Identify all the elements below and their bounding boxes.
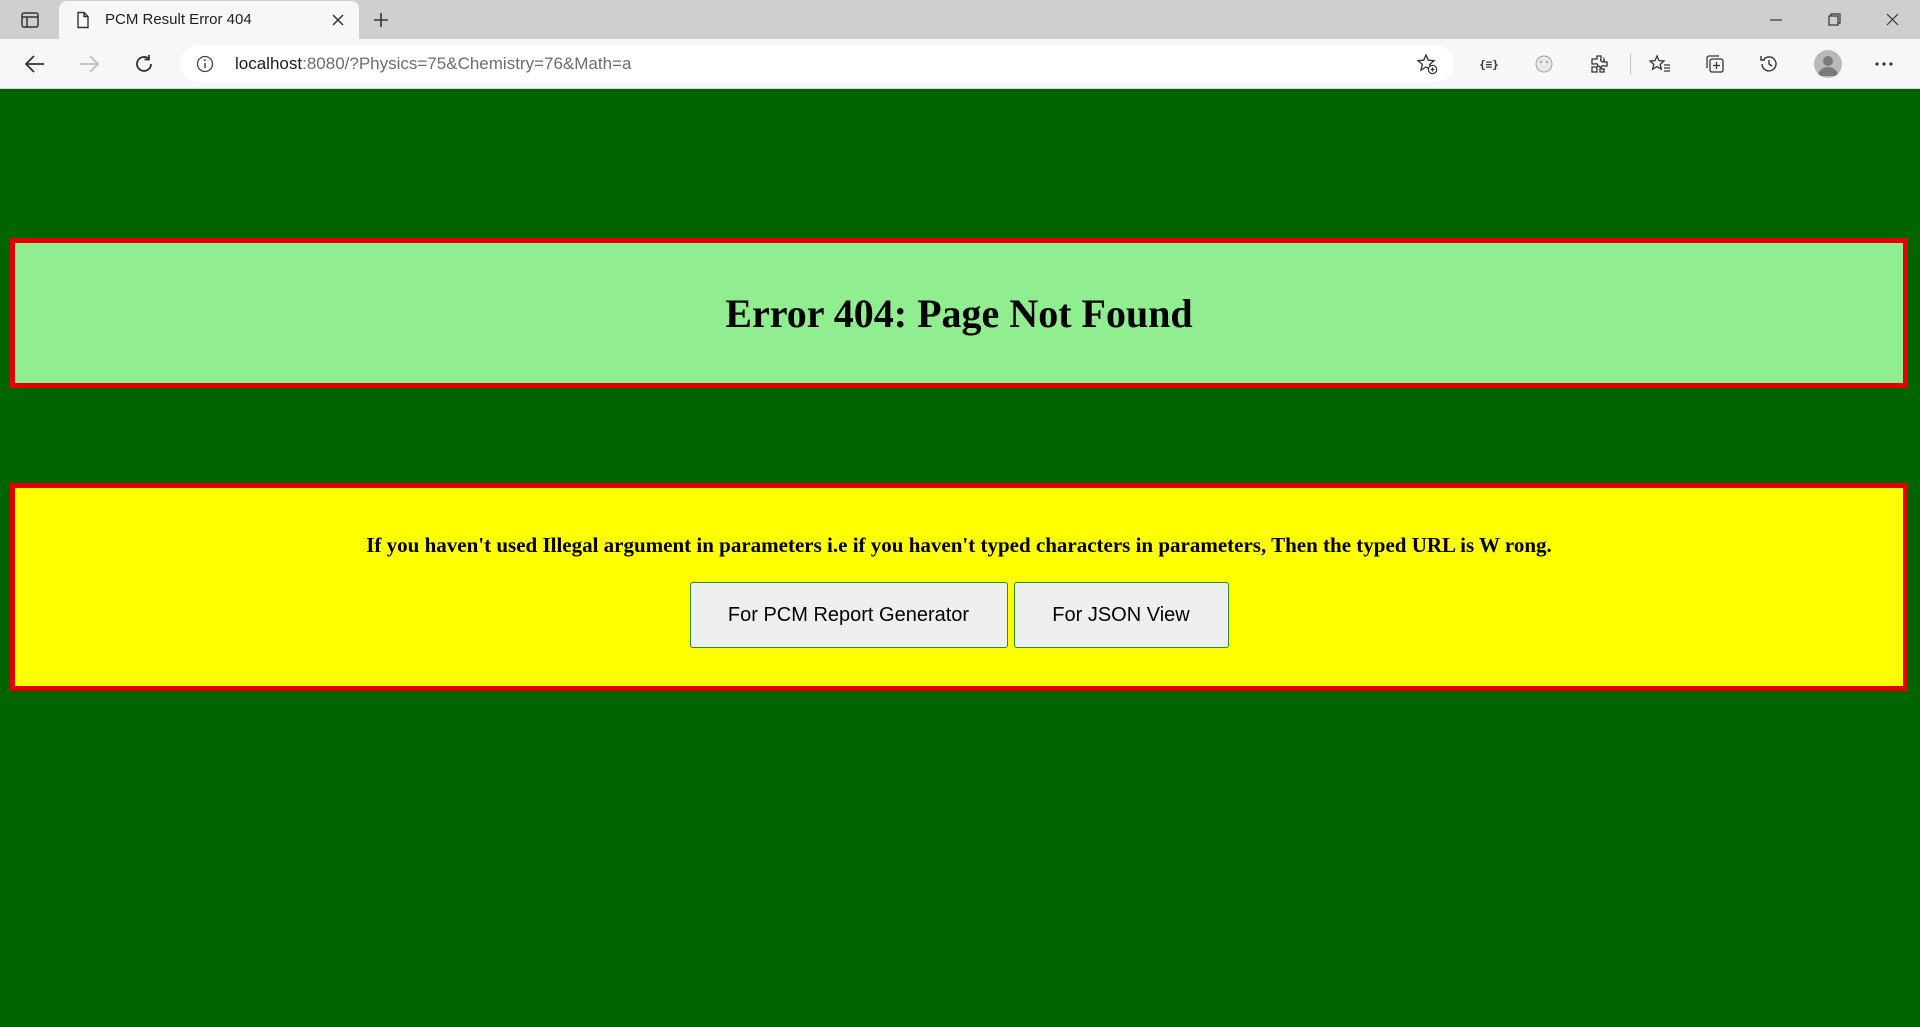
page-icon [74, 11, 92, 29]
refresh-button[interactable] [128, 48, 160, 80]
collections-icon[interactable] [1699, 48, 1731, 80]
close-window-button[interactable] [1864, 0, 1920, 39]
tab-active[interactable]: PCM Result Error 404 [59, 1, 359, 39]
extension-face-icon[interactable] [1528, 48, 1560, 80]
error-heading: Error 404: Page Not Found [725, 290, 1193, 336]
minimize-button[interactable] [1748, 0, 1804, 39]
page-content: Error 404: Page Not Found If you haven't… [0, 90, 1920, 1027]
pcm-report-generator-button[interactable]: For PCM Report Generator [689, 582, 1008, 648]
new-tab-button[interactable] [367, 6, 395, 34]
browser-toolbar: localhost:8080/?Physics=75&Chemistry=76&… [0, 39, 1920, 89]
browser-tabstrip: PCM Result Error 404 [0, 0, 1920, 39]
profile-avatar[interactable] [1814, 50, 1842, 78]
history-icon[interactable] [1753, 48, 1785, 80]
json-view-button[interactable]: For JSON View [1013, 582, 1229, 648]
notice-box: If you haven't used Illegal argument in … [10, 483, 1908, 691]
svg-text:{≡}: {≡} [1479, 58, 1499, 71]
back-button[interactable] [19, 48, 51, 80]
close-tab-icon[interactable] [327, 9, 349, 31]
more-options-icon[interactable] [1868, 48, 1900, 80]
action-buttons: For PCM Report Generator For JSON View [15, 582, 1903, 648]
toolbar-separator [1630, 53, 1631, 75]
forward-button[interactable] [73, 48, 105, 80]
add-favorite-icon[interactable] [1416, 53, 1438, 75]
error-banner: Error 404: Page Not Found [10, 238, 1908, 388]
tab-title: PCM Result Error 404 [105, 11, 252, 28]
address-bar[interactable]: localhost:8080/?Physics=75&Chemistry=76&… [180, 45, 1454, 82]
favorites-icon[interactable] [1644, 48, 1676, 80]
info-icon[interactable] [196, 55, 214, 73]
extensions-icon[interactable] [1583, 48, 1615, 80]
notice-message: If you haven't used Illegal argument in … [366, 533, 1552, 557]
restore-button[interactable] [1806, 0, 1862, 39]
tab-actions-icon[interactable] [12, 8, 48, 32]
url-host: localhost [235, 54, 303, 73]
url-path: :8080/?Physics=75&Chemistry=76&Math=a [302, 54, 632, 73]
json-extension-icon[interactable]: {≡} [1473, 48, 1505, 80]
url-text[interactable]: localhost:8080/?Physics=75&Chemistry=76&… [235, 54, 631, 74]
